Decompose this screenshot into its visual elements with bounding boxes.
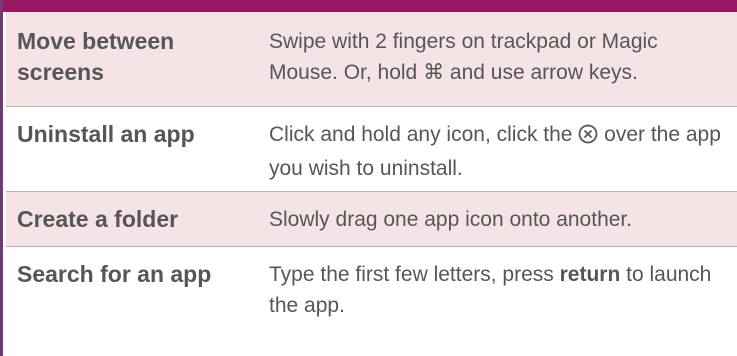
row-label: Uninstall an app	[17, 121, 195, 147]
row-description-text: Type the first few letters, press	[269, 263, 560, 286]
row-description: Click and hold any icon, click the over …	[263, 119, 737, 191]
command-key-symbol: ⌘	[423, 61, 445, 84]
table-row: Move between screens Swipe with 2 finger…	[6, 12, 737, 106]
table-row: Create a folder Slowly drag one app icon…	[6, 192, 737, 246]
table-row: Search for an app Type the first few let…	[6, 247, 737, 356]
launchpad-tips-table: Move between screens Swipe with 2 finger…	[0, 0, 737, 356]
row-description-text: Click and hold any icon, click the	[269, 123, 579, 146]
row-description: Swipe with 2 fingers on trackpad or Magi…	[263, 26, 737, 106]
circled-x-icon	[578, 122, 598, 153]
row-description: Type the first few letters, press return…	[263, 259, 737, 356]
table-row: Uninstall an app Click and hold any icon…	[6, 107, 737, 191]
row-description-text: and use arrow keys.	[444, 61, 638, 84]
row-label: Search for an app	[17, 261, 212, 287]
row-description: Slowly drag one app icon onto another.	[269, 208, 633, 231]
row-label: Move between screens	[17, 28, 175, 85]
row-label: Create a folder	[17, 206, 179, 232]
table-header-bar	[3, 0, 737, 12]
return-key-label: return	[559, 263, 621, 286]
